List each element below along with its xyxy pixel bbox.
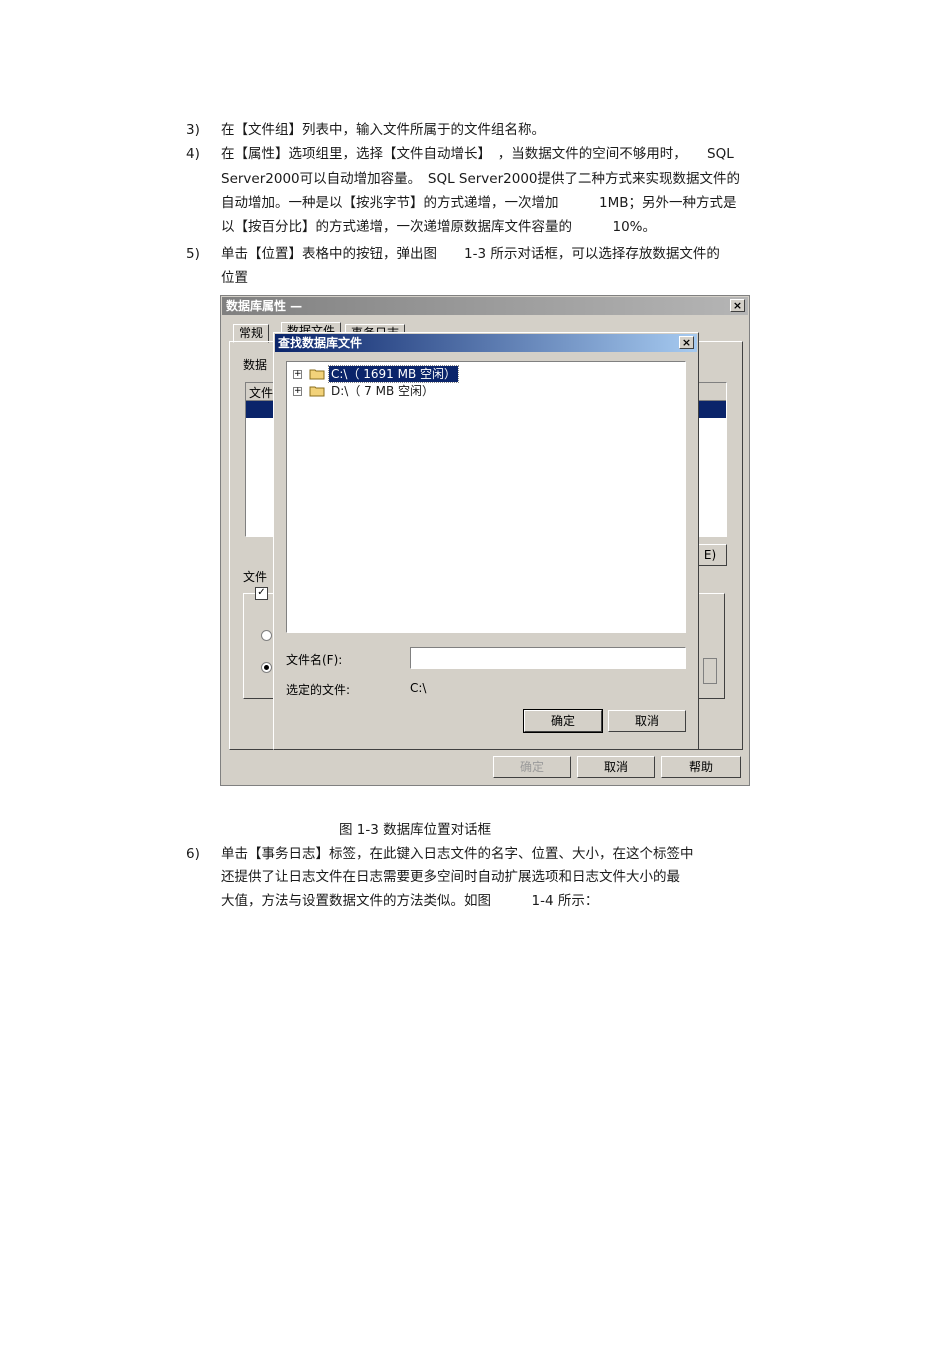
step-text: 单击【位置】表格中的按钮，弹出图 1-3 所示对话框，可以选择存放数据文件的: [221, 246, 720, 262]
step-text: 在【文件组】列表中，输入文件所属于的文件组名称。: [221, 122, 545, 138]
step-number: 3): [186, 122, 200, 138]
outer-window-title: 数据库属性 —: [222, 297, 748, 315]
database-location-screenshot: 数据库属性 — × 常规 数据文件 事务日志 数据 文件 E) 文件 ✓ 确定 …: [220, 295, 750, 786]
figure-caption: 图 1-3 数据库位置对话框: [339, 822, 492, 838]
dialog-title: 查找数据库文件: [275, 334, 697, 352]
file-column-header: 文件: [249, 386, 274, 400]
selected-file-value: C:\: [410, 681, 427, 695]
spinner[interactable]: [703, 658, 717, 684]
step-6: 6) 单击【事务日志】标签，在此键入日志文件的名字、位置、大小，在这个标签中 还…: [0, 842, 950, 914]
expand-icon[interactable]: +: [293, 370, 302, 379]
selected-file-label: 选定的文件:: [286, 683, 351, 697]
step-text: 以【按百分比】的方式递增，一次递增原数据库文件容量的 10%。: [221, 219, 657, 235]
step-text: 还提供了让日志文件在日志需要更多空间时自动扩展选项和日志文件大小的最: [221, 869, 680, 885]
step-text: 单击【事务日志】标签，在此键入日志文件的名字、位置、大小，在这个标签中: [221, 846, 694, 862]
radio-mb[interactable]: [261, 630, 272, 641]
tree-node-d[interactable]: + D:\（ 7 MB 空闲）: [293, 383, 593, 399]
folder-icon: [309, 369, 325, 380]
cancel-button[interactable]: 取消: [577, 756, 655, 778]
file-properties-label: 文件: [243, 570, 268, 584]
step-text: 大值，方法与设置数据文件的方法类似。如图 1-4 所示：: [221, 893, 599, 909]
tree-node-c[interactable]: + C:\（ 1691 MB 空闲）: [293, 365, 593, 383]
ok-button[interactable]: 确定: [493, 756, 571, 778]
tree-node-label: C:\（ 1691 MB 空闲）: [327, 365, 460, 383]
expand-icon[interactable]: +: [293, 387, 302, 396]
dialog-close-icon[interactable]: ×: [679, 336, 694, 349]
step-4: 4) 在【属性】选项组里，选择【文件自动增长】 ，当数据文件的空间不够用时， S…: [0, 142, 950, 238]
step-number: 5): [186, 246, 200, 262]
step-5: 5) 单击【位置】表格中的按钮，弹出图 1-3 所示对话框，可以选择存放数据文件…: [0, 242, 950, 290]
section-label: 数据: [243, 358, 268, 372]
folder-icon: [309, 386, 325, 397]
step-3: 3) 在【文件组】列表中，输入文件所属于的文件组名称。: [0, 118, 950, 142]
step-text: 在【属性】选项组里，选择【文件自动增长】 ，当数据文件的空间不够用时， SQL: [221, 146, 734, 162]
folder-tree[interactable]: + C:\（ 1691 MB 空闲） + D:\（ 7 MB 空闲）: [286, 361, 686, 633]
filename-input[interactable]: [410, 647, 686, 669]
filename-label: 文件名(F):: [286, 653, 343, 667]
step-text: 位置: [221, 270, 248, 286]
step-text: Server2000可以自动增加容量。 SQL Server2000提供了二种方…: [221, 171, 741, 187]
dialog-cancel-button[interactable]: 取消: [608, 710, 686, 732]
step-text: 自动增加。一种是以【按兆字节】的方式递增，一次增加 1MB；另外一种方式是: [221, 195, 737, 211]
close-icon[interactable]: ×: [730, 299, 745, 312]
step-number: 6): [186, 846, 200, 862]
auto-grow-checkbox[interactable]: ✓: [255, 587, 268, 600]
radio-percent[interactable]: [261, 662, 272, 673]
step-number: 4): [186, 146, 200, 162]
tree-node-label: D:\（ 7 MB 空闲）: [331, 384, 434, 398]
help-button[interactable]: 帮助: [661, 756, 741, 778]
dialog-ok-button[interactable]: 确定: [523, 709, 603, 733]
find-file-dialog: 查找数据库文件 × + C:\（ 1691 MB 空闲） + D:\（ 7 MB…: [273, 332, 699, 750]
